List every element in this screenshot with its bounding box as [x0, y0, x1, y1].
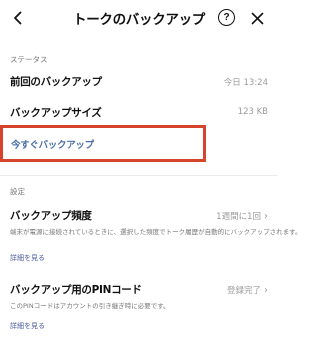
backup-frequency-detail-link[interactable]: 詳細を見る [10, 253, 45, 263]
backup-frequency-value: 1週間に1回 › [216, 210, 268, 223]
section-divider [0, 175, 278, 176]
header-bar: トークのバックアップ ? [0, 0, 278, 36]
backup-pin-row[interactable]: バックアップ用のPINコード 登録完了 › このPINコードはアカウントの引き継… [0, 276, 278, 336]
backup-now-label: 今すぐバックアップ [11, 140, 94, 151]
backup-frequency-row[interactable]: バックアップ頻度 1週間に1回 › 端末が電源に接続されているときに、選択した頻… [0, 202, 301, 263]
backup-size-label: バックアップサイズ [10, 107, 102, 119]
page-title: トークのバックアップ [73, 12, 205, 28]
last-backup-label: 前回のバックアップ [10, 76, 102, 88]
backup-pin-description: このPINコードはアカウントの引き継ぎ時に必要です。 [10, 302, 170, 310]
backup-frequency-value-text: 1週間に1回 [216, 212, 261, 222]
help-button[interactable]: ? [218, 9, 235, 26]
close-button[interactable] [247, 8, 267, 28]
backup-now-button[interactable]: 今すぐバックアップ [0, 125, 206, 162]
backup-size-row: バックアップサイズ 123 KB [0, 98, 278, 124]
chevron-right-icon: › [264, 284, 268, 296]
backup-pin-detail-link[interactable]: 詳細を見る [10, 321, 45, 331]
question-circle-icon: ? [223, 12, 230, 23]
backup-pin-value: 登録完了 › [226, 284, 268, 297]
section-label-status: ステータス [10, 55, 48, 64]
last-backup-value: 今日 13:24 [223, 78, 268, 88]
section-label-settings: 設定 [10, 187, 25, 196]
backup-frequency-description: 端末が電源に接続されているときに、選択した頻度でトーク履歴が自動的にバックアップ… [10, 228, 302, 236]
close-icon [251, 12, 263, 24]
backup-pin-label: バックアップ用のPINコード [10, 284, 142, 296]
backup-pin-value-text: 登録完了 [226, 286, 261, 296]
backup-size-value: 123 KB [237, 107, 268, 117]
chevron-right-icon: › [264, 210, 268, 222]
last-backup-row: 前回のバックアップ 今日 13:24 [0, 68, 278, 94]
backup-frequency-label: バックアップ頻度 [10, 210, 92, 222]
